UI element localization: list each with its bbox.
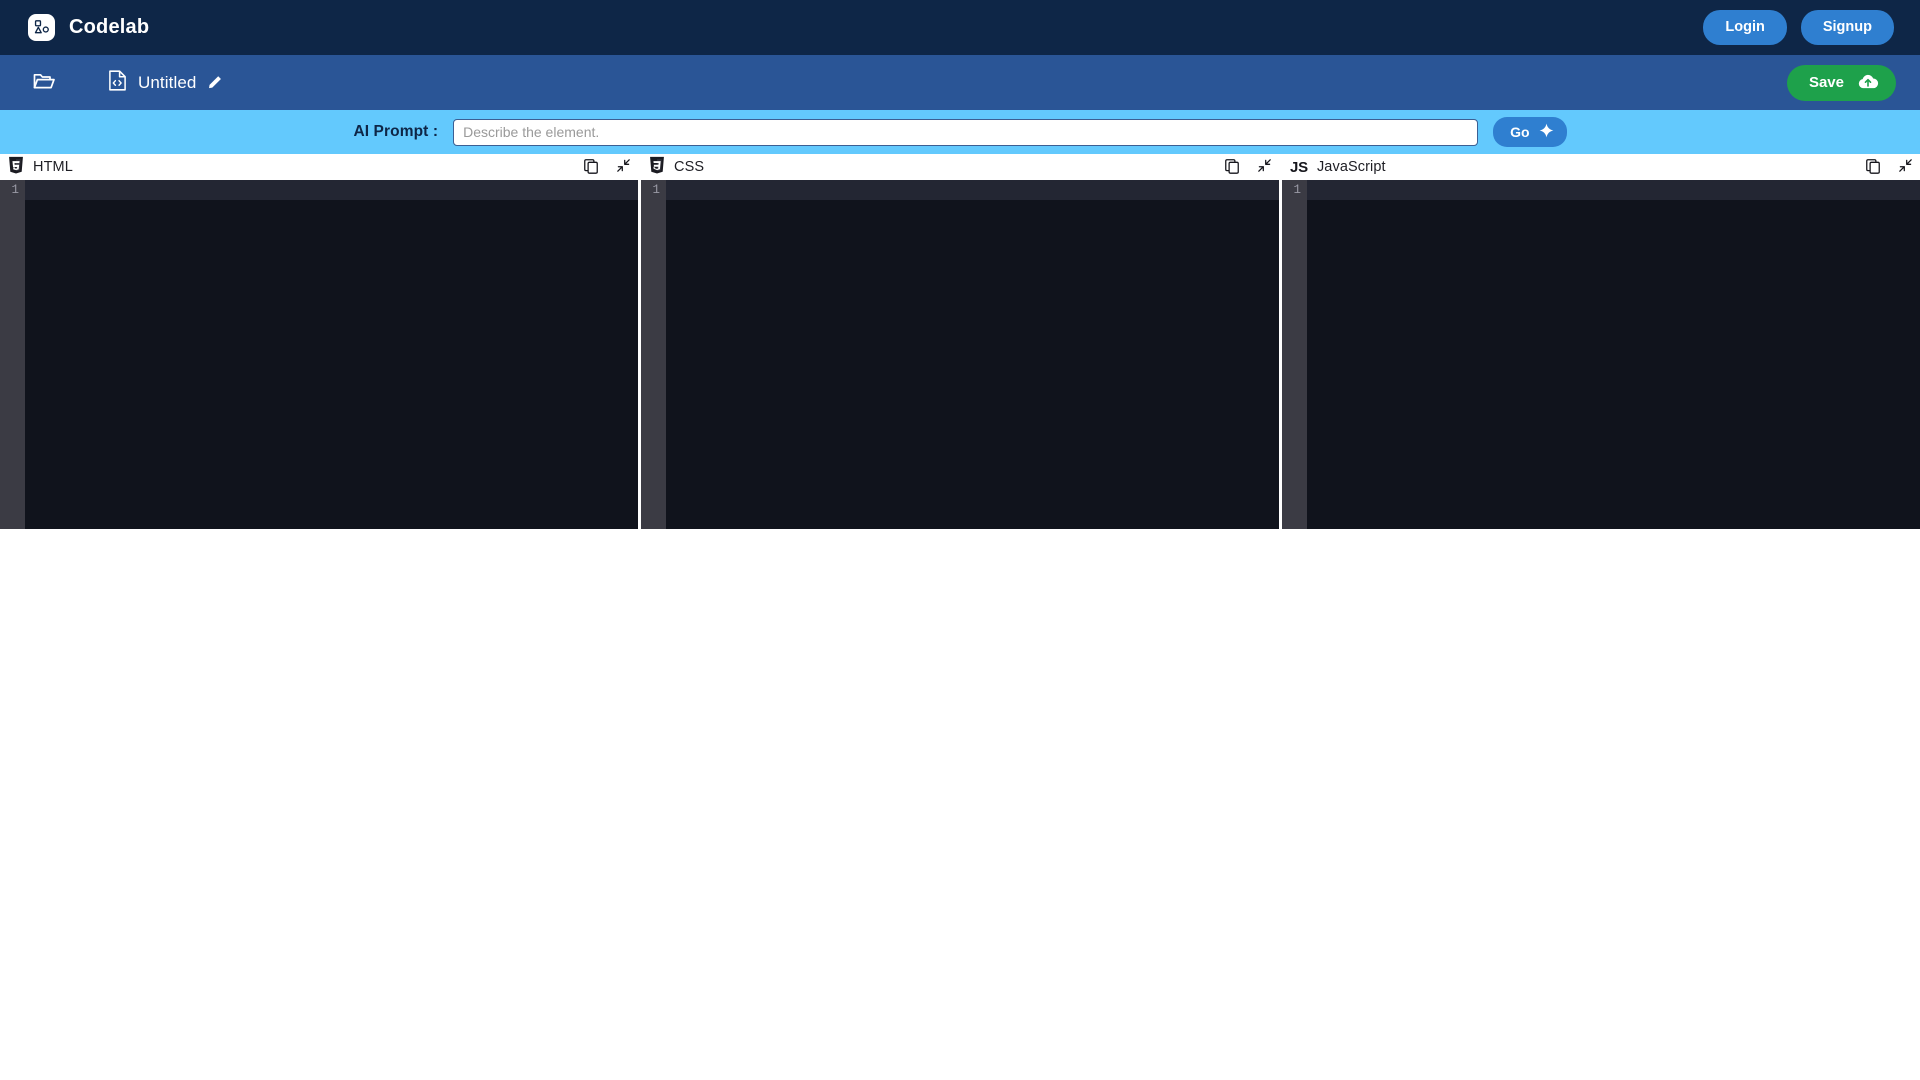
file-name-label: Untitled xyxy=(138,72,197,92)
panel-title-javascript: JavaScript xyxy=(1316,159,1386,175)
panel-header-html: HTML xyxy=(0,154,638,180)
js-mark-icon: JS xyxy=(1290,158,1308,176)
copy-css-button[interactable] xyxy=(1224,158,1240,177)
panel-title-css: CSS xyxy=(674,159,705,175)
ai-prompt-label: AI Prompt : xyxy=(353,123,439,140)
copy-icon xyxy=(1865,158,1881,177)
code-area-html[interactable] xyxy=(25,180,638,529)
folder-open-icon xyxy=(32,69,56,96)
code-area-css[interactable] xyxy=(666,180,1279,529)
top-navigation-bar: Codelab Login Signup xyxy=(0,0,1920,55)
save-button[interactable]: Save xyxy=(1786,64,1896,101)
html5-shield-icon xyxy=(8,156,24,179)
collapse-javascript-button[interactable] xyxy=(1898,158,1913,176)
panel-header-css: CSS xyxy=(641,154,1279,180)
login-button[interactable]: Login xyxy=(1703,10,1787,45)
gutter-css: 1 xyxy=(641,180,666,529)
go-button-label: Go xyxy=(1510,124,1530,140)
editor-panels: HTML 1 CSS 1 JS JavaScript 1 xyxy=(0,154,1920,529)
sparkle-icon xyxy=(1539,123,1554,141)
code-area-javascript[interactable] xyxy=(1307,180,1920,529)
css3-shield-icon xyxy=(649,156,665,179)
copy-javascript-button[interactable] xyxy=(1865,158,1881,177)
save-button-label: Save xyxy=(1808,74,1844,91)
panel-actions-html xyxy=(583,158,631,177)
collapse-arrows-icon xyxy=(1898,158,1913,176)
gutter-html: 1 xyxy=(0,180,25,529)
copy-html-button[interactable] xyxy=(583,158,599,177)
gutter-javascript: 1 xyxy=(1282,180,1307,529)
panel-html: HTML 1 xyxy=(0,154,638,529)
panel-title-html: HTML xyxy=(33,159,73,175)
ai-go-button[interactable]: Go xyxy=(1493,117,1567,147)
panel-actions-javascript xyxy=(1865,158,1913,177)
cloud-upload-icon xyxy=(1857,73,1879,93)
code-file-icon xyxy=(108,69,127,96)
open-folder-button[interactable] xyxy=(32,69,56,96)
collapse-css-button[interactable] xyxy=(1257,158,1272,176)
panel-css: CSS 1 xyxy=(641,154,1279,529)
pencil-icon xyxy=(207,73,224,93)
collapse-arrows-icon xyxy=(1257,158,1272,176)
signup-button[interactable]: Signup xyxy=(1800,10,1894,45)
ai-prompt-bar: AI Prompt : Go xyxy=(0,110,1920,154)
empty-preview-area xyxy=(0,529,1920,1060)
ai-prompt-input[interactable] xyxy=(453,118,1479,146)
copy-icon xyxy=(583,158,599,177)
codelab-shapes-icon xyxy=(28,14,55,41)
code-content-javascript[interactable] xyxy=(1307,180,1920,200)
panel-header-javascript: JS JavaScript xyxy=(1282,154,1920,180)
collapse-arrows-icon xyxy=(616,158,631,176)
rename-file-button[interactable] xyxy=(207,73,224,93)
brand-name: Codelab xyxy=(69,16,150,38)
editor-css[interactable]: 1 xyxy=(641,180,1279,529)
code-content-html[interactable] xyxy=(25,180,638,200)
auth-buttons: Login Signup xyxy=(1703,10,1894,45)
file-toolbar: Untitled Save xyxy=(0,55,1920,110)
collapse-html-button[interactable] xyxy=(616,158,631,176)
panel-javascript: JS JavaScript 1 xyxy=(1282,154,1920,529)
editor-javascript[interactable]: 1 xyxy=(1282,180,1920,529)
current-file: Untitled xyxy=(108,69,224,96)
copy-icon xyxy=(1224,158,1240,177)
code-content-css[interactable] xyxy=(666,180,1279,200)
editor-html[interactable]: 1 xyxy=(0,180,638,529)
panel-actions-css xyxy=(1224,158,1272,177)
brand[interactable]: Codelab xyxy=(28,14,149,41)
